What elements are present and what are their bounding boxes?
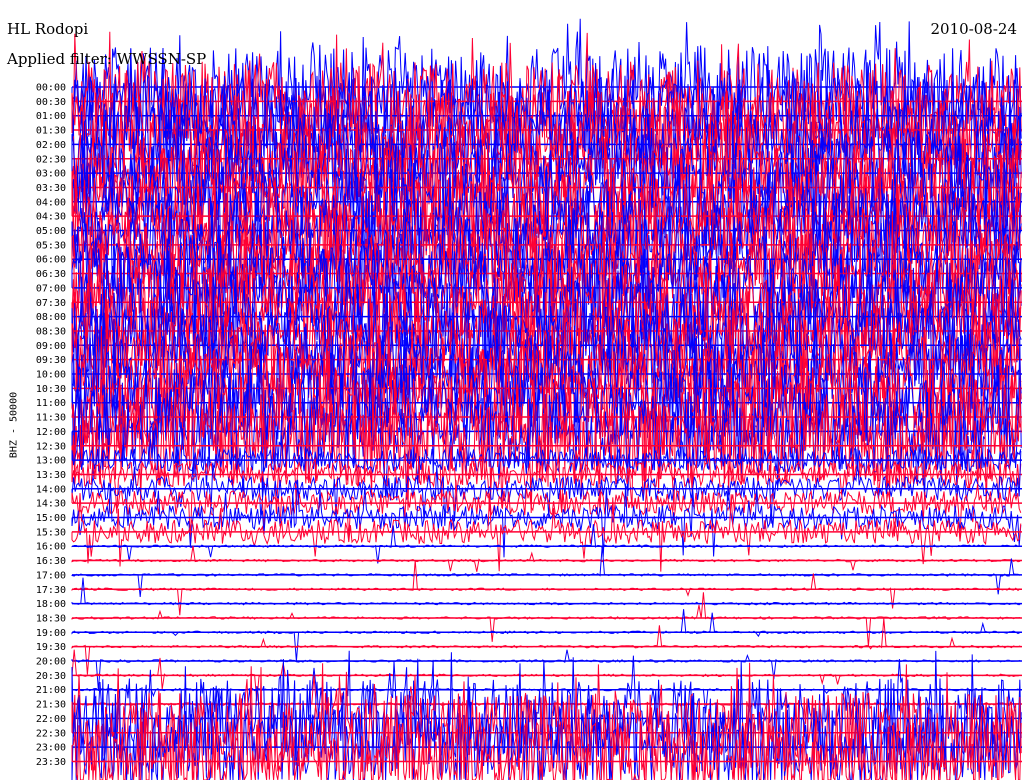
time-tick-label: 05:30 (36, 240, 66, 251)
time-tick-label: 15:00 (36, 513, 66, 524)
trace-line (71, 577, 1021, 606)
time-tick-label: 11:30 (36, 413, 66, 424)
time-tick-label: 21:00 (36, 685, 66, 696)
time-tick-label: 13:00 (36, 456, 66, 467)
time-tick-label: 11:00 (36, 398, 66, 409)
trace-line (71, 560, 1021, 616)
time-tick-label: 23:30 (36, 757, 66, 768)
time-tick-label: 17:00 (36, 570, 66, 581)
time-tick-label: 06:30 (36, 269, 66, 280)
time-tick-label: 09:00 (36, 341, 66, 352)
time-tick-label: 08:30 (36, 326, 66, 337)
time-tick-label: 18:30 (36, 613, 66, 624)
helicorder-plot: 00:00 00:30 01:00 01:30 02:00 02:30 03:00 03:30… (36, 18, 1022, 780)
time-tick-label: 09:30 (36, 355, 66, 366)
time-tick-label: 07:30 (36, 298, 66, 309)
time-tick-label: 01:00 (36, 111, 66, 122)
time-tick-label: 08:00 (36, 312, 66, 323)
time-tick-label: 05:00 (36, 226, 66, 237)
time-tick-label: 18:00 (36, 599, 66, 610)
time-tick-label: 20:00 (36, 657, 66, 668)
filter-label: Applied filter: WWSSN-SP (7, 50, 207, 68)
time-tick-label: 19:30 (36, 642, 66, 653)
time-tick-label: 06:00 (36, 255, 66, 266)
time-tick-label: 03:00 (36, 169, 66, 180)
time-tick-label: 15:30 (36, 527, 66, 538)
time-tick-label: 10:30 (36, 384, 66, 395)
time-tick-label: 01:30 (36, 126, 66, 137)
time-tick-label: 20:30 (36, 671, 66, 682)
time-tick-label: 22:30 (36, 728, 66, 739)
time-tick-label: 02:30 (36, 154, 66, 165)
time-tick-label: 00:30 (36, 97, 66, 108)
time-tick-label: 13:30 (36, 470, 66, 481)
time-tick-label: 02:00 (36, 140, 66, 151)
trace-line (71, 592, 1021, 647)
time-tick-label: 04:30 (36, 212, 66, 223)
time-tick-label: 16:00 (36, 542, 66, 553)
time-tick-label: 22:00 (36, 714, 66, 725)
trace-group (71, 18, 1022, 780)
time-tick-label: 04:00 (36, 197, 66, 208)
trace-line (71, 545, 1021, 572)
time-tick-label: 19:00 (36, 628, 66, 639)
time-tick-label: 03:30 (36, 183, 66, 194)
time-tick-label: 23:00 (36, 743, 66, 754)
time-tick-label: 00:00 (36, 83, 66, 94)
time-tick-label: 10:00 (36, 370, 66, 381)
time-tick-group: 00:00 00:30 01:00 01:30 02:00 02:30 03:00 03:30… (36, 83, 66, 768)
trace-line (71, 649, 1021, 691)
time-tick-label: 14:30 (36, 499, 66, 510)
time-tick-label: 14:00 (36, 484, 66, 495)
time-tick-label: 17:30 (36, 585, 66, 596)
time-tick-label: 12:00 (36, 427, 66, 438)
time-tick-label: 16:30 (36, 556, 66, 567)
time-tick-label: 21:30 (36, 700, 66, 711)
time-tick-label: 12:30 (36, 441, 66, 452)
time-tick-label: 07:00 (36, 283, 66, 294)
